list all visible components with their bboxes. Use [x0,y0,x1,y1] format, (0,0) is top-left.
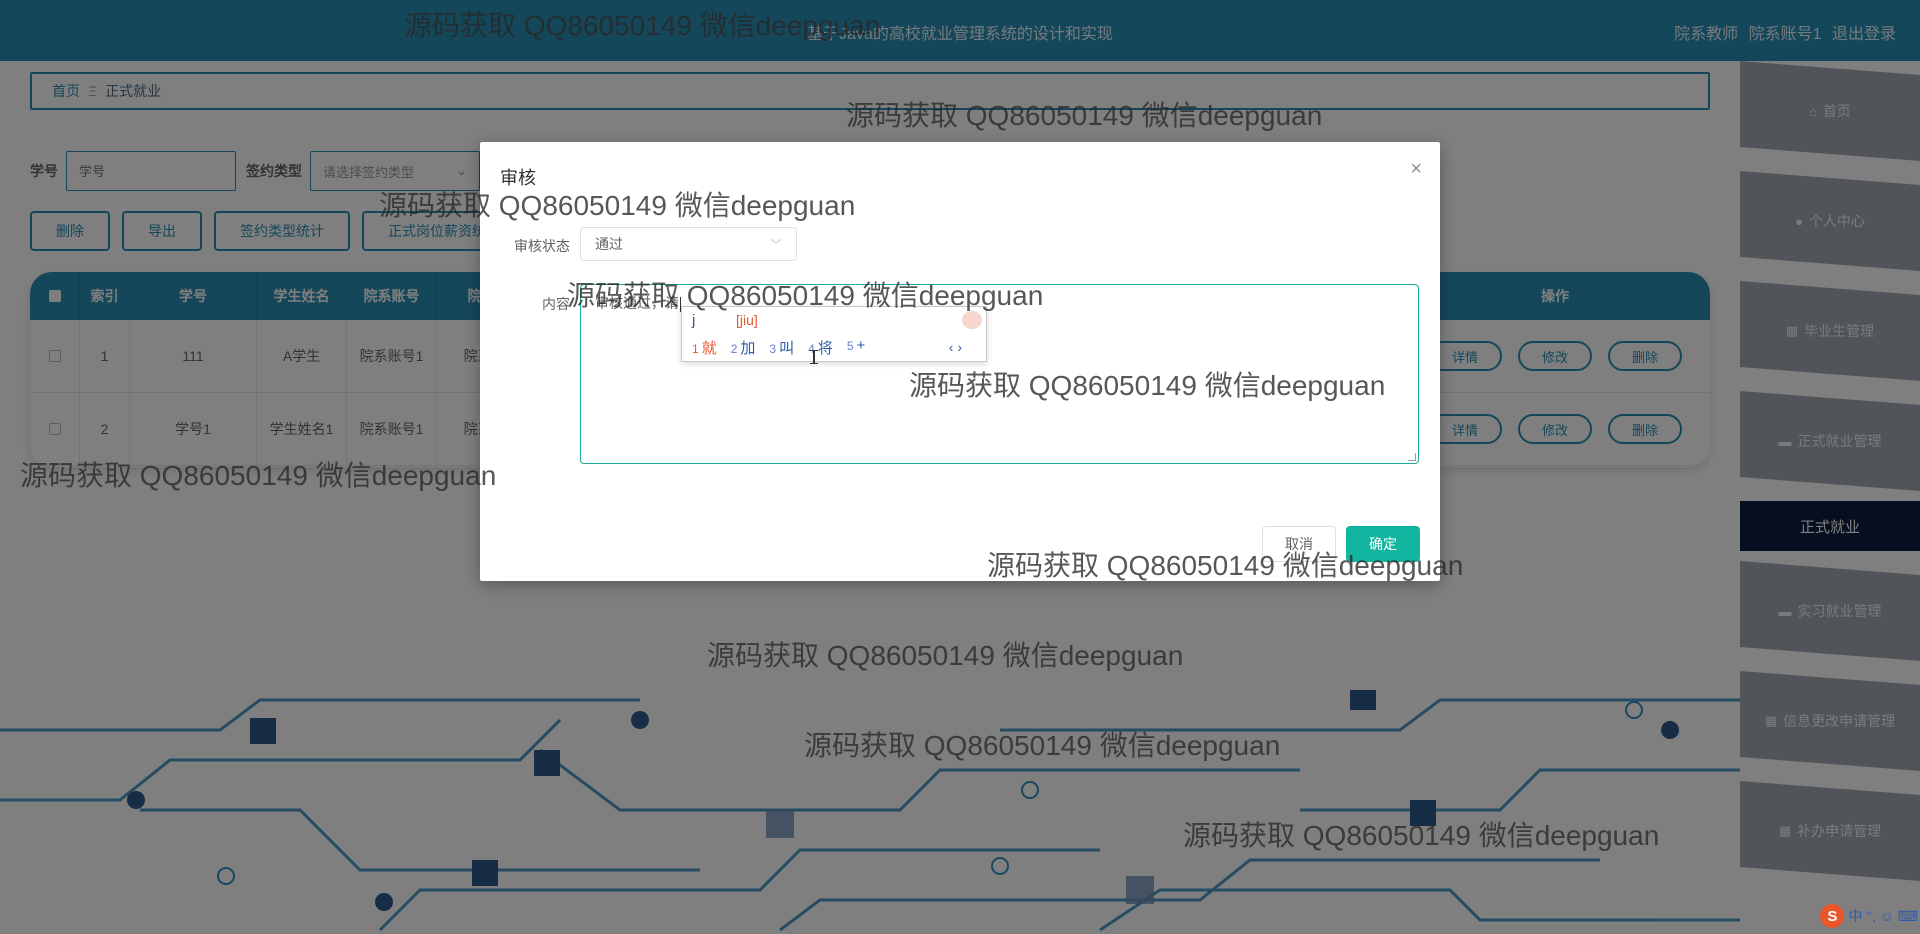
review-status-value: 通过 [595,236,623,252]
ime-candidate-popup: j [jiu] 1就 2加 3叫 4将 5 + ‹ › [681,306,987,362]
ime-candidate[interactable]: 3叫 [769,337,794,358]
watermark: 源码获取 QQ86050149 微信deepguan [846,100,1323,131]
close-icon[interactable]: × [1410,158,1422,181]
ime-candidate[interactable]: 2加 [731,337,756,358]
ime-candidate[interactable]: 4将 [808,337,833,358]
content-label: 内容 [542,296,570,312]
review-status-label: 审核状态 [514,238,570,254]
watermark: 源码获取 QQ86050149 微信deepguan [1183,820,1660,851]
chevron-down-icon: ﹀ [769,237,782,252]
watermark: 源码获取 QQ86050149 微信deepguan [567,280,1044,311]
tray-status: 中 °, ☺ ⌨ [1848,908,1918,924]
review-status-select[interactable]: 通过 ﹀ [580,227,797,261]
watermark: 源码获取 QQ86050149 微信deepguan [987,550,1464,581]
ime-pinyin: [jiu] [736,312,758,328]
ime-candidates: 1就 2加 3叫 4将 5 + [692,337,865,358]
ime-composition: j [692,312,696,329]
sogou-logo-icon: S [1820,904,1845,928]
watermark: 源码获取 QQ86050149 微信deepguan [404,10,881,41]
watermark: 源码获取 QQ86050149 微信deepguan [379,190,856,221]
ime-candidate[interactable]: 1就 [692,337,717,358]
watermark: 源码获取 QQ86050149 微信deepguan [707,640,1184,671]
text-cursor-icon [810,350,818,364]
ime-candidate[interactable]: 5 + [847,337,865,358]
ime-page-nav[interactable]: ‹ › [949,339,962,355]
watermark: 源码获取 QQ86050149 微信deepguan [804,730,1281,761]
watermark: 源码获取 QQ86050149 微信deepguan [20,460,497,491]
resize-handle-icon[interactable] [1408,453,1416,461]
watermark: 源码获取 QQ86050149 微信deepguan [909,370,1386,401]
ime-tray[interactable]: S 中 °, ☺ ⌨ [1820,904,1918,928]
